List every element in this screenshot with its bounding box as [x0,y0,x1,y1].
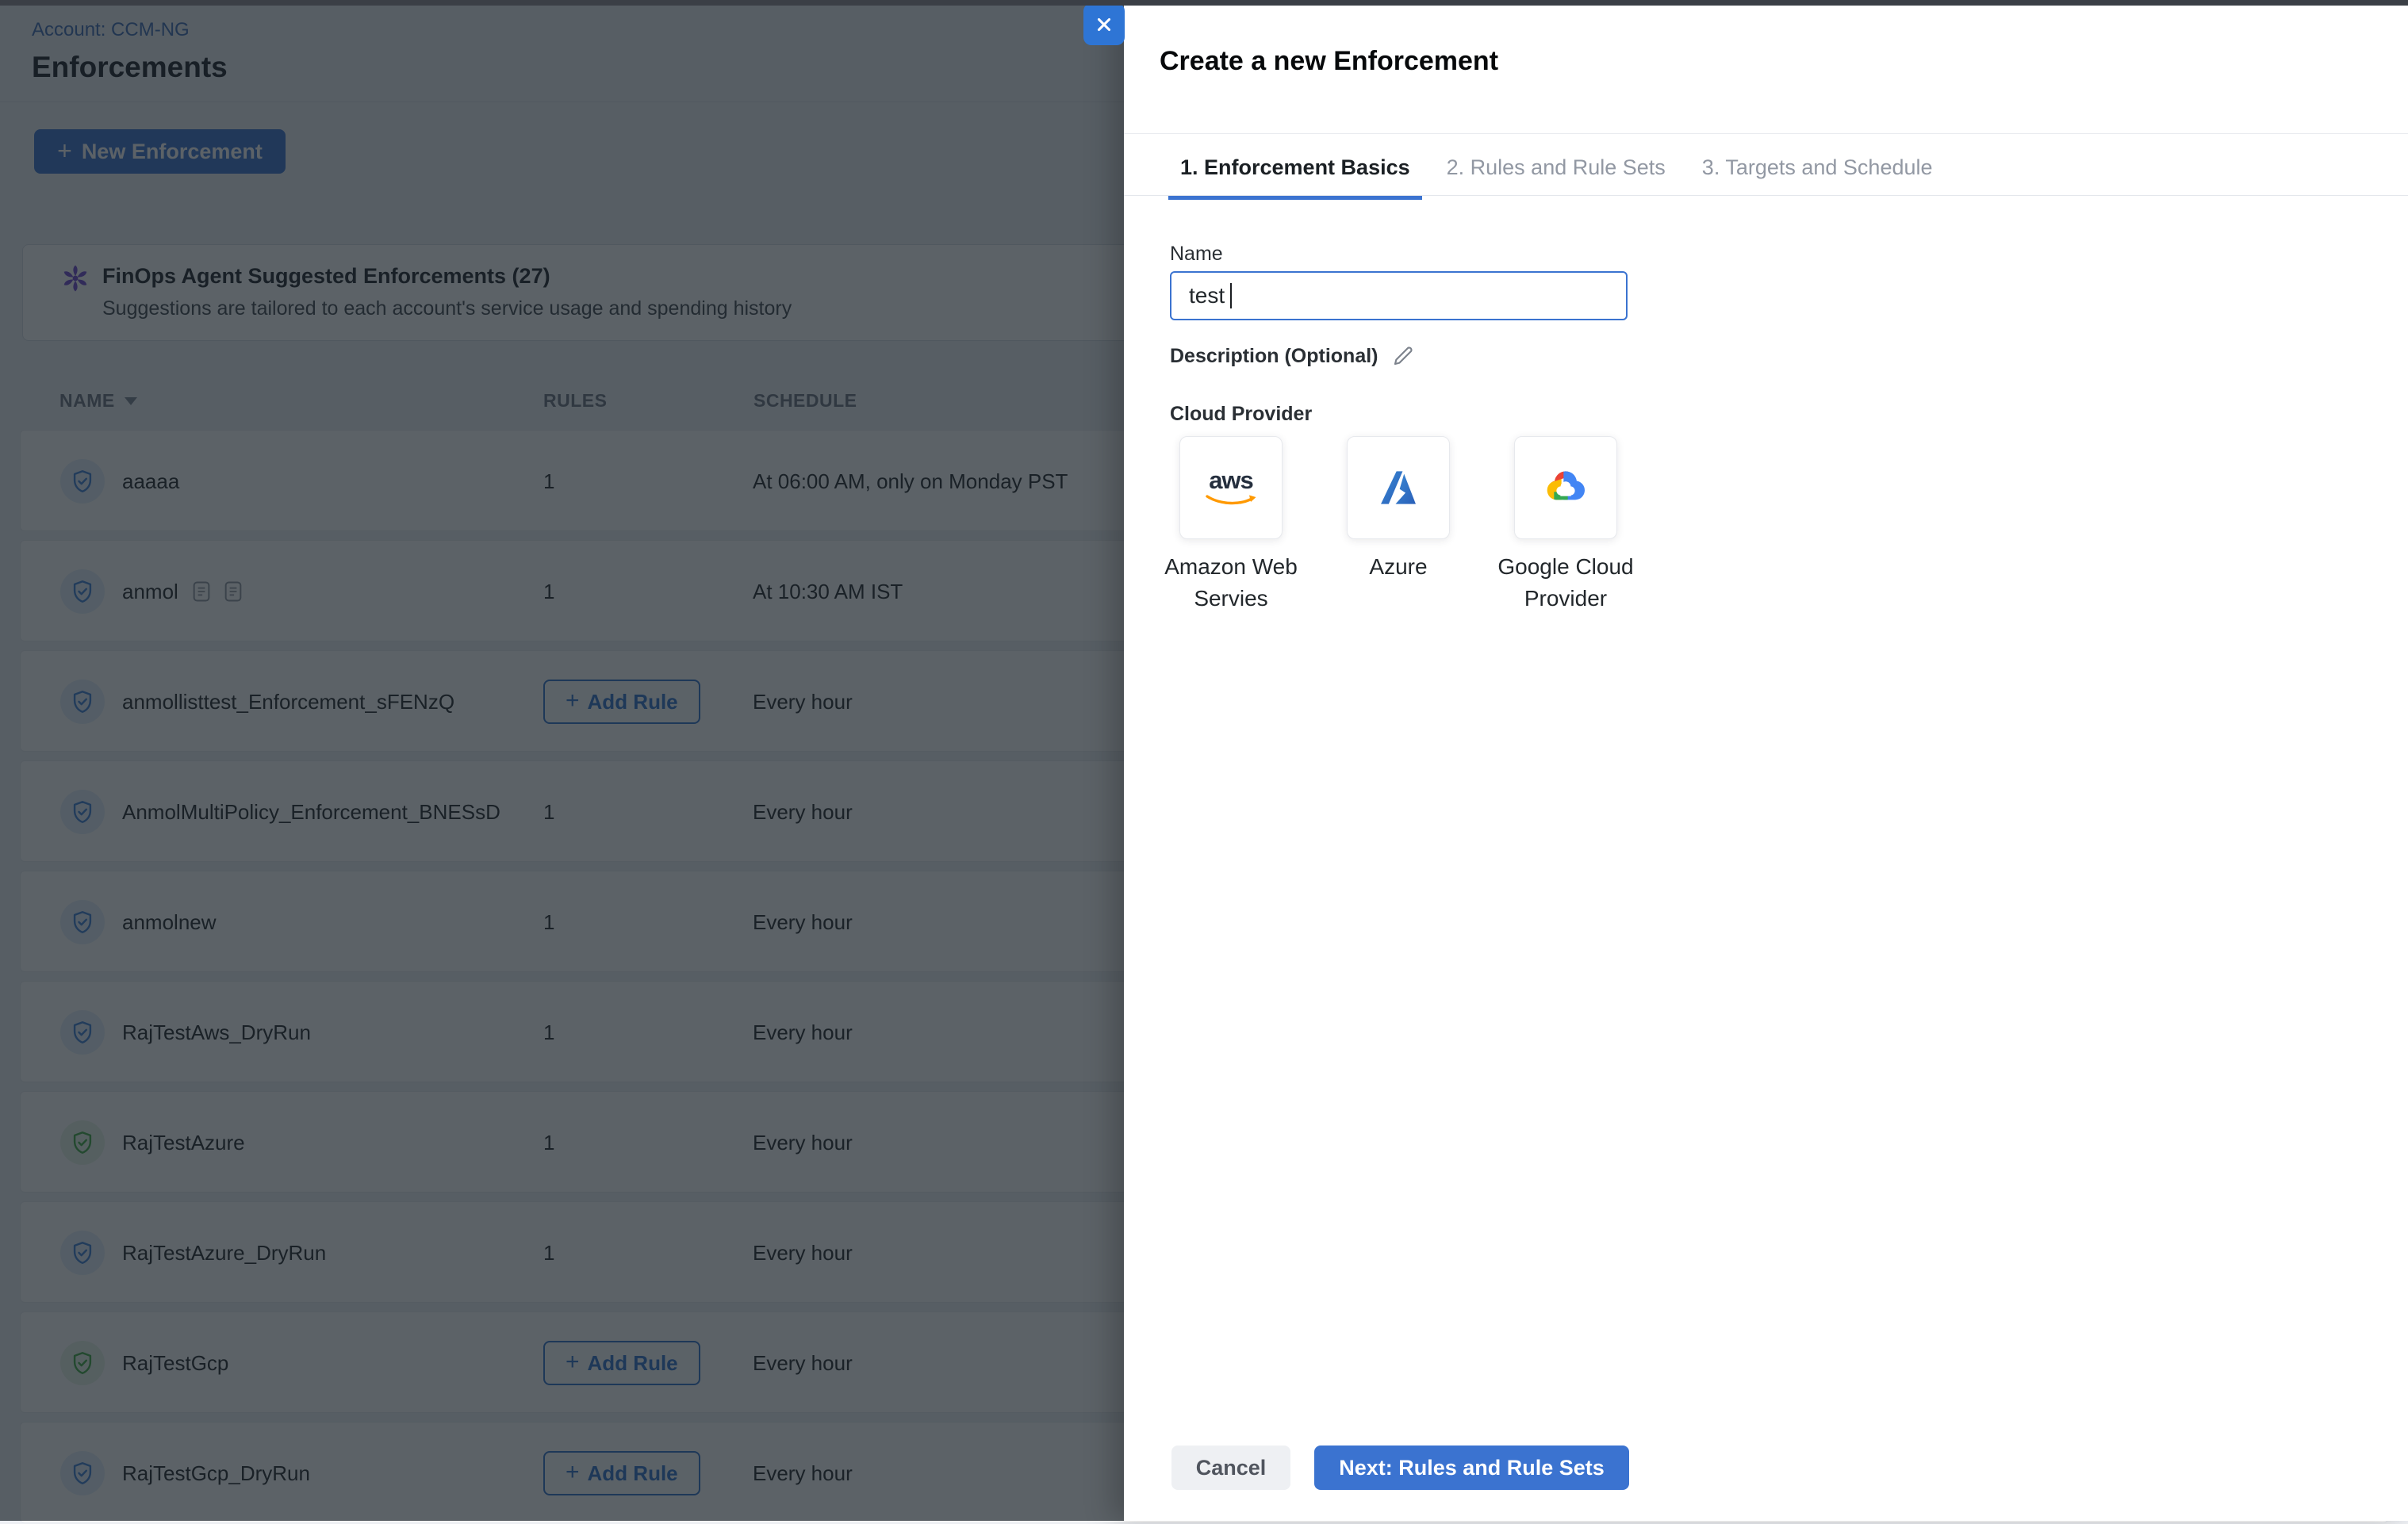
close-button[interactable] [1083,3,1125,45]
provider-azure: Azure [1347,436,1450,539]
gcp-card-label: Google Cloud Provider [1493,551,1639,615]
close-icon [1094,14,1114,35]
azure-card[interactable] [1347,436,1450,539]
azure-card-label: Azure [1325,551,1472,583]
aws-logo-icon: aws [1205,469,1257,507]
gcp-card[interactable] [1514,436,1617,539]
text-caret [1230,283,1232,308]
tabs-divider [1124,195,2408,196]
wizard-tab-1[interactable]: 1. Enforcement Basics [1168,154,1422,200]
name-input-wrap [1170,271,1628,320]
cancel-button[interactable]: Cancel [1171,1446,1290,1490]
name-input[interactable] [1170,271,1628,320]
edit-description-pencil-icon[interactable] [1391,344,1415,368]
wizard-tabs: 1. Enforcement Basics 2. Rules and Rule S… [1168,154,1945,200]
drawer-title: Create a new Enforcement [1160,46,1498,77]
drawer-header-divider [1124,133,2408,134]
provider-gcp: Google Cloud Provider [1514,436,1617,539]
provider-aws: aws Amazon Web Servies [1179,436,1283,539]
drawer-footer: Cancel Next: Rules and Rule Sets [1124,1446,2408,1490]
description-label: Description (Optional) [1170,345,1378,368]
cloud-provider-cards: aws Amazon Web Servies [1179,436,1617,539]
cloud-provider-label: Cloud Provider [1170,403,1312,426]
create-enforcement-drawer: Create a new Enforcement 1. Enforcement … [1124,0,2408,1521]
aws-card-label: Amazon Web Servies [1158,551,1305,615]
azure-logo-icon [1374,463,1423,512]
aws-card[interactable]: aws [1179,436,1283,539]
next-button[interactable]: Next: Rules and Rule Sets [1314,1446,1629,1490]
window-top-edge [0,0,2408,6]
wizard-tab-2[interactable]: 2. Rules and Rule Sets [1435,154,1678,200]
wizard-tab-3[interactable]: 3. Targets and Schedule [1690,154,1945,200]
description-row: Description (Optional) [1170,344,1415,368]
gcp-logo-icon [1540,462,1591,513]
name-label: Name [1170,243,1223,266]
